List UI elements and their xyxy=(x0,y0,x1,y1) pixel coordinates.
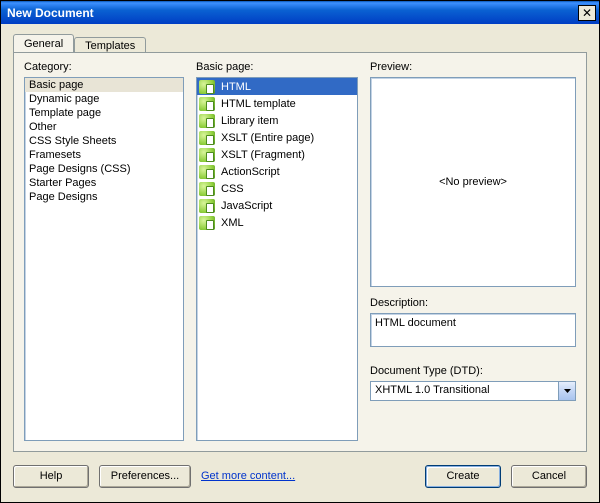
client-area: General Templates Category: Basic pageDy… xyxy=(1,24,599,502)
category-item[interactable]: Framesets xyxy=(25,148,183,162)
file-icon xyxy=(199,97,215,111)
doctype-value: XHTML 1.0 Transitional xyxy=(371,382,558,400)
basic-page-item[interactable]: XSLT (Entire page) xyxy=(197,129,357,146)
doctype-select[interactable]: XHTML 1.0 Transitional xyxy=(370,381,576,401)
basic-page-item[interactable]: XSLT (Fragment) xyxy=(197,146,357,163)
get-more-content-link[interactable]: Get more content... xyxy=(201,470,295,482)
file-icon xyxy=(199,182,215,196)
description-box: HTML document xyxy=(370,313,576,347)
file-icon xyxy=(199,165,215,179)
preview-label: Preview: xyxy=(370,61,576,73)
tabstrip: General Templates xyxy=(13,32,146,52)
cancel-button[interactable]: Cancel xyxy=(511,465,587,488)
preferences-button[interactable]: Preferences... xyxy=(99,465,191,488)
file-icon xyxy=(199,131,215,145)
window-title: New Document xyxy=(7,6,94,20)
basic-page-item-label: XSLT (Entire page) xyxy=(219,131,316,145)
basic-page-item-label: JavaScript xyxy=(219,199,274,213)
tab-templates-label: Templates xyxy=(85,40,135,52)
tab-panel-general: Category: Basic pageDynamic pageTemplate… xyxy=(13,52,587,452)
basic-page-item[interactable]: JavaScript xyxy=(197,197,357,214)
create-button-label: Create xyxy=(446,470,479,482)
basic-page-item[interactable]: HTML xyxy=(197,78,357,95)
description-label: Description: xyxy=(370,297,576,309)
get-more-content-label: Get more content... xyxy=(201,470,295,482)
close-button[interactable]: ✕ xyxy=(578,5,596,21)
preview-text: <No preview> xyxy=(439,176,507,188)
category-item[interactable]: Template page xyxy=(25,106,183,120)
tab-general-label: General xyxy=(24,38,63,50)
close-icon: ✕ xyxy=(582,7,592,19)
basic-page-item-label: XSLT (Fragment) xyxy=(219,148,307,162)
help-button-label: Help xyxy=(40,470,63,482)
file-icon xyxy=(199,80,215,94)
help-button[interactable]: Help xyxy=(13,465,89,488)
basic-page-item[interactable]: CSS xyxy=(197,180,357,197)
category-label: Category: xyxy=(24,61,184,73)
basic-page-label: Basic page: xyxy=(196,61,358,73)
preferences-button-label: Preferences... xyxy=(111,470,179,482)
cancel-button-label: Cancel xyxy=(532,470,566,482)
file-icon xyxy=(199,114,215,128)
file-icon xyxy=(199,148,215,162)
tab-general[interactable]: General xyxy=(13,34,74,53)
file-icon xyxy=(199,216,215,230)
preview-box: <No preview> xyxy=(370,77,576,287)
doctype-label: Document Type (DTD): xyxy=(370,365,576,377)
description-text: HTML document xyxy=(375,317,456,329)
category-item[interactable]: Other xyxy=(25,120,183,134)
category-item[interactable]: Basic page xyxy=(25,78,183,92)
basic-page-column: Basic page: HTML HTML template Library ite… xyxy=(196,61,358,441)
basic-page-item[interactable]: XML xyxy=(197,214,357,231)
category-item[interactable]: CSS Style Sheets xyxy=(25,134,183,148)
chevron-down-icon xyxy=(558,382,575,400)
category-item[interactable]: Page Designs xyxy=(25,190,183,204)
titlebar: New Document ✕ xyxy=(1,1,599,24)
basic-page-item-label: CSS xyxy=(219,182,246,196)
basic-page-item-label: Library item xyxy=(219,114,280,128)
create-button[interactable]: Create xyxy=(425,465,501,488)
basic-page-item-label: ActionScript xyxy=(219,165,282,179)
category-item[interactable]: Dynamic page xyxy=(25,92,183,106)
basic-page-item-label: XML xyxy=(219,216,246,230)
category-column: Category: Basic pageDynamic pageTemplate… xyxy=(24,61,184,441)
basic-page-item[interactable]: ActionScript xyxy=(197,163,357,180)
category-item[interactable]: Starter Pages xyxy=(25,176,183,190)
basic-page-item-label: HTML template xyxy=(219,97,298,111)
basic-page-item[interactable]: HTML template xyxy=(197,95,357,112)
basic-page-item[interactable]: Library item xyxy=(197,112,357,129)
file-icon xyxy=(199,199,215,213)
basic-page-list[interactable]: HTML HTML template Library item XSLT (Entir… xyxy=(196,77,358,441)
category-item[interactable]: Page Designs (CSS) xyxy=(25,162,183,176)
right-column: Preview: <No preview> Description: HTML … xyxy=(370,61,576,441)
category-list[interactable]: Basic pageDynamic pageTemplate pageOther… xyxy=(24,77,184,441)
basic-page-item-label: HTML xyxy=(219,80,253,94)
button-bar: Help Preferences... Get more content... … xyxy=(13,462,587,490)
new-document-dialog: New Document ✕ General Templates Categor… xyxy=(0,0,600,503)
